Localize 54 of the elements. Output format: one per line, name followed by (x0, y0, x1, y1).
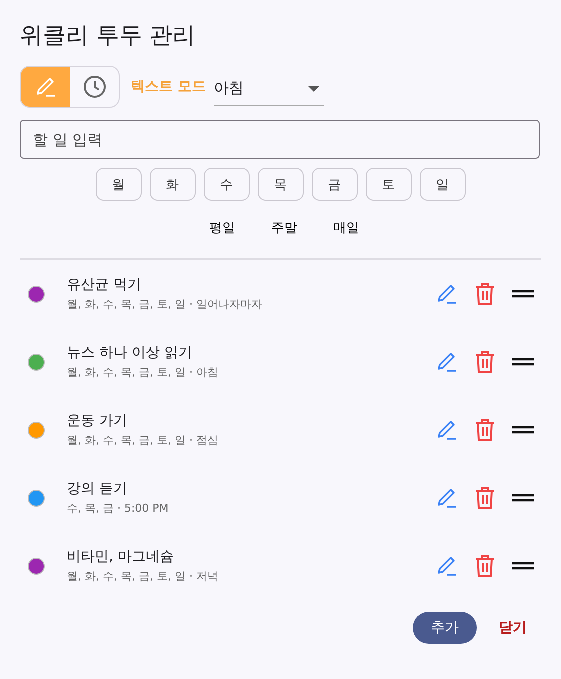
todo-title: 뉴스 하나 이상 읽기 (67, 344, 194, 362)
add-button[interactable]: 추가 (413, 612, 477, 644)
edit-icon (435, 350, 459, 374)
delete-button[interactable] (473, 350, 497, 374)
mode-label: 텍스트 모드 (131, 78, 206, 96)
todo-schedule: 수, 목, 금 · 5:00 PM (67, 501, 170, 516)
edit-icon (435, 282, 459, 306)
edit-button[interactable] (435, 418, 459, 442)
todo-schedule: 월, 화, 수, 목, 금, 토, 일 · 일어나자마자 (67, 297, 264, 312)
day-toggle[interactable]: 화 (150, 168, 196, 201)
todo-schedule: 월, 화, 수, 목, 금, 토, 일 · 아침 (67, 365, 220, 380)
delete-button[interactable] (473, 554, 497, 578)
drag-handle-icon (512, 494, 534, 502)
clock-icon (82, 75, 106, 99)
edit-icon (435, 418, 459, 442)
day-toggle[interactable]: 금 (312, 168, 358, 201)
delete-button[interactable] (473, 282, 497, 306)
edit-icon (435, 486, 459, 510)
todo-title: 유산균 먹기 (67, 276, 142, 294)
todo-title: 운동 가기 (67, 412, 128, 430)
edit-button[interactable] (435, 486, 459, 510)
trash-icon (474, 282, 496, 306)
delete-button[interactable] (473, 486, 497, 510)
task-input-field[interactable]: 할 일 입력 (20, 120, 540, 159)
trash-icon (474, 418, 496, 442)
dialog-title: 위클리 투두 관리 (20, 22, 197, 51)
day-toggle[interactable]: 토 (366, 168, 412, 201)
drag-handle-icon (512, 562, 534, 570)
edit-icon (435, 554, 459, 578)
drag-handle-icon (512, 426, 534, 434)
day-toggle[interactable]: 월 (96, 168, 142, 201)
edit-button[interactable] (435, 282, 459, 306)
edit-button[interactable] (435, 554, 459, 578)
time-dropdown[interactable]: 아침 (214, 72, 324, 106)
dropdown-value: 아침 (214, 79, 244, 98)
preset-button[interactable]: 평일 (210, 215, 236, 241)
preset-button[interactable]: 주말 (272, 215, 298, 241)
preset-button[interactable]: 매일 (334, 215, 360, 241)
drag-handle-icon (512, 358, 534, 366)
day-toggle[interactable]: 목 (258, 168, 304, 201)
edit-button[interactable] (435, 350, 459, 374)
delete-button[interactable] (473, 418, 497, 442)
day-toggle[interactable]: 수 (204, 168, 250, 201)
todo-title: 비타민, 마그네슘 (67, 548, 175, 566)
todo-schedule: 월, 화, 수, 목, 금, 토, 일 · 저녁 (67, 569, 220, 584)
trash-icon (474, 350, 496, 374)
drag-handle-icon (512, 290, 534, 298)
caret-icon (308, 86, 320, 92)
day-toggle[interactable]: 일 (420, 168, 466, 201)
trash-icon (474, 486, 496, 510)
close-button[interactable]: 닫기 (499, 615, 527, 641)
todo-title: 강의 듣기 (67, 480, 128, 498)
trash-icon (474, 554, 496, 578)
todo-schedule: 월, 화, 수, 목, 금, 토, 일 · 점심 (67, 433, 220, 448)
